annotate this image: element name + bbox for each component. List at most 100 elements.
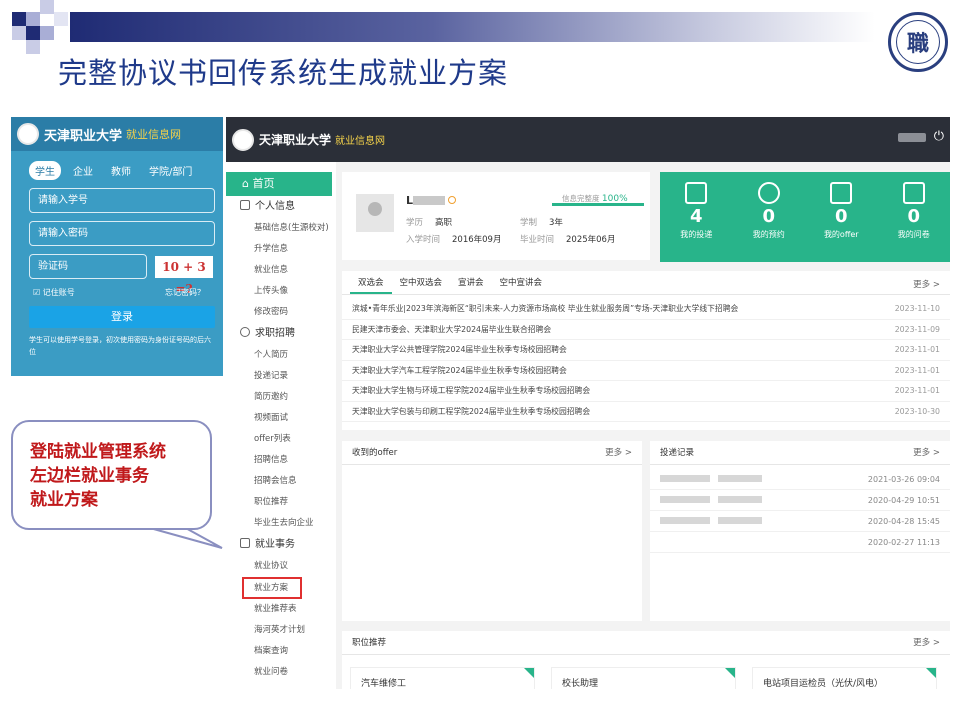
- tab-online-presentation[interactable]: 空中宣讲会: [492, 271, 551, 294]
- sidebar-item-employment-plan[interactable]: 就业方案: [242, 577, 302, 599]
- job-recommend-panel: 职位推荐 更多 > 汽车维修工 校长助理 电站项目运检员（光伏/风电）: [342, 631, 950, 689]
- tab-job-fair[interactable]: 双选会: [350, 271, 392, 294]
- password-input[interactable]: 请输入密码: [29, 221, 215, 246]
- list-item[interactable]: 天津职业大学汽车工程学院2024届毕业生秋季专场校园招聘会 2023-11-01: [342, 361, 950, 381]
- name-redacted: [413, 196, 446, 205]
- remember-checkbox[interactable]: ☑ 记住账号: [33, 287, 75, 298]
- sidebar-item[interactable]: 上传头像: [226, 281, 336, 302]
- list-item[interactable]: 滨城•青年乐业|2023年滨海新区“职引未来-人力资源市场高校 毕业生就业服务周…: [342, 299, 950, 320]
- job-fair-tabs: 双选会 空中双选会 宣讲会 空中宣讲会: [342, 271, 950, 295]
- callout-line: 就业方案: [30, 490, 98, 510]
- sidebar-item[interactable]: 视频面试: [226, 408, 336, 429]
- recommend-header: 职位推荐 更多 >: [342, 631, 950, 655]
- sidebar-item[interactable]: 就业信息: [226, 260, 336, 281]
- sidebar-group-label: 求职招聘: [255, 328, 295, 339]
- stats-panel: 4 我的投递 0 我的预约 0 我的offer 0 我的问卷: [660, 172, 950, 262]
- tab-student[interactable]: 学生: [29, 161, 61, 180]
- sidebar-item[interactable]: 个人简历: [226, 345, 336, 366]
- sidebar-item[interactable]: 升学信息: [226, 239, 336, 260]
- sidebar-item[interactable]: 档案查询: [226, 641, 336, 662]
- news-date: 2023-11-01: [894, 386, 940, 395]
- stat-label: 我的offer: [823, 230, 859, 239]
- list-item[interactable]: 民建天津市委会、天津职业大学2024届毕业生联合招聘会 2023-11-09: [342, 320, 950, 340]
- login-button[interactable]: 登录: [29, 306, 215, 328]
- tab-teacher[interactable]: 教师: [105, 161, 137, 180]
- sidebar-item[interactable]: 毕业生去向企业: [226, 513, 336, 534]
- captcha-input[interactable]: 验证码: [29, 254, 147, 279]
- student-id-input[interactable]: 请输入学号: [29, 188, 215, 213]
- sidebar-item[interactable]: 就业推荐表: [226, 599, 336, 620]
- sidebar-group-affairs[interactable]: 就业事务: [226, 534, 336, 556]
- redacted-text: [718, 496, 762, 503]
- list-item[interactable]: 2020-04-29 10:51: [650, 490, 950, 511]
- sidebar-item[interactable]: 简历邀约: [226, 387, 336, 408]
- questionnaire-icon: [902, 182, 925, 204]
- job-card[interactable]: 汽车维修工: [350, 667, 535, 689]
- sidebar-group-label: 就业事务: [255, 539, 295, 550]
- list-item[interactable]: 2021-03-26 09:04: [650, 469, 950, 490]
- power-icon[interactable]: ⏻: [934, 129, 944, 144]
- grad-value: 2025年06月: [566, 235, 616, 245]
- grad-label: 毕业时间: [520, 235, 555, 245]
- delivery-date: 2020-04-29 10:51: [867, 496, 940, 505]
- news-title: 天津职业大学生物与环境工程学院2024届毕业生秋季专场校园招聘会: [352, 386, 591, 395]
- document-icon: [240, 200, 250, 210]
- sidebar-item[interactable]: 海河英才计划: [226, 620, 336, 641]
- login-panel: 天津职业大学 就业信息网 学生 企业 教师 学院/部门 请输入学号 请输入密码 …: [11, 117, 223, 376]
- stat-offers[interactable]: 0 我的offer: [805, 172, 878, 262]
- deco-square: [40, 0, 54, 14]
- delivery-header: 投递记录 更多 >: [650, 441, 950, 465]
- completeness-bar-fill: [552, 203, 644, 206]
- tab-online-job-fair[interactable]: 空中双选会: [392, 271, 451, 294]
- stat-label: 我的投递: [680, 230, 713, 239]
- sidebar-item[interactable]: 就业协议: [226, 556, 336, 577]
- delivery-date: 2021-03-26 09:04: [867, 475, 940, 484]
- search-icon: [240, 327, 250, 337]
- job-card[interactable]: 校长助理: [551, 667, 736, 689]
- news-title: 滨城•青年乐业|2023年滨海新区“职引未来-人力资源市场高校 毕业生就业服务周…: [352, 304, 739, 313]
- captcha-image[interactable]: 10 + 3 =?: [155, 255, 213, 296]
- list-item[interactable]: 天津职业大学生物与环境工程学院2024届毕业生秋季专场校园招聘会 2023-11-…: [342, 381, 950, 402]
- entry-value: 2016年09月: [452, 235, 502, 245]
- recommend-title: 职位推荐: [352, 638, 387, 648]
- school-name: 天津职业大学: [44, 128, 123, 144]
- list-item[interactable]: 2020-04-28 15:45: [650, 511, 950, 532]
- sidebar-group-personal[interactable]: 个人信息: [226, 196, 336, 218]
- sidebar-group-jobs[interactable]: 求职招聘: [226, 323, 336, 345]
- sidebar-item[interactable]: 修改密码: [226, 302, 336, 323]
- job-card[interactable]: 电站项目运检员（光伏/风电）: [752, 667, 937, 689]
- more-link[interactable]: 更多 >: [913, 278, 940, 290]
- list-item[interactable]: 2020-02-27 11:13: [650, 532, 950, 553]
- education-value: 高职: [435, 218, 453, 228]
- tab-company[interactable]: 企业: [67, 161, 99, 180]
- stat-appointments[interactable]: 0 我的预约: [733, 172, 806, 262]
- sidebar-item[interactable]: 基础信息(生源校对): [226, 218, 336, 239]
- sidebar-item-home[interactable]: ⌂ 首页: [226, 172, 332, 196]
- stat-questionnaires[interactable]: 0 我的问卷: [878, 172, 951, 262]
- more-link[interactable]: 更多 >: [605, 441, 632, 465]
- list-item[interactable]: 天津职业大学公共管理学院2024届毕业生秋季专场校园招聘会 2023-11-01: [342, 340, 950, 361]
- education-label: 学历: [406, 218, 424, 228]
- stat-deliveries[interactable]: 4 我的投递: [660, 172, 733, 262]
- sidebar-item[interactable]: 投递记录: [226, 366, 336, 387]
- sidebar-item[interactable]: 招聘信息: [226, 450, 336, 471]
- sidebar-item[interactable]: offer列表: [226, 429, 336, 450]
- stat-label: 我的问卷: [897, 230, 930, 239]
- delivery-date: 2020-02-27 11:13: [867, 538, 940, 547]
- slide-title: 完整协议书回传系统生成就业方案: [58, 56, 509, 90]
- callout-line: 左边栏就业事务: [30, 466, 149, 486]
- list-item[interactable]: 天津职业大学包装与印刷工程学院2024届毕业生秋季专场校园招聘会 2023-10-…: [342, 402, 950, 422]
- app-header: 天津职业大学 就业信息网 ⏻: [226, 117, 950, 162]
- sidebar-item[interactable]: 职位推荐: [226, 492, 336, 513]
- more-link[interactable]: 更多 >: [913, 441, 940, 465]
- sidebar-item[interactable]: 招聘会信息: [226, 471, 336, 492]
- tab-department[interactable]: 学院/部门: [143, 161, 198, 180]
- tab-presentation[interactable]: 宣讲会: [450, 271, 492, 294]
- sidebar-item[interactable]: 就业问卷: [226, 662, 336, 683]
- user-name-redacted[interactable]: [898, 133, 926, 142]
- news-date: 2023-11-01: [894, 365, 940, 375]
- avatar[interactable]: [356, 194, 394, 232]
- forgot-password-link[interactable]: 忘记密码？: [165, 287, 205, 298]
- more-link[interactable]: 更多 >: [913, 631, 940, 655]
- corner-marker: [725, 668, 735, 678]
